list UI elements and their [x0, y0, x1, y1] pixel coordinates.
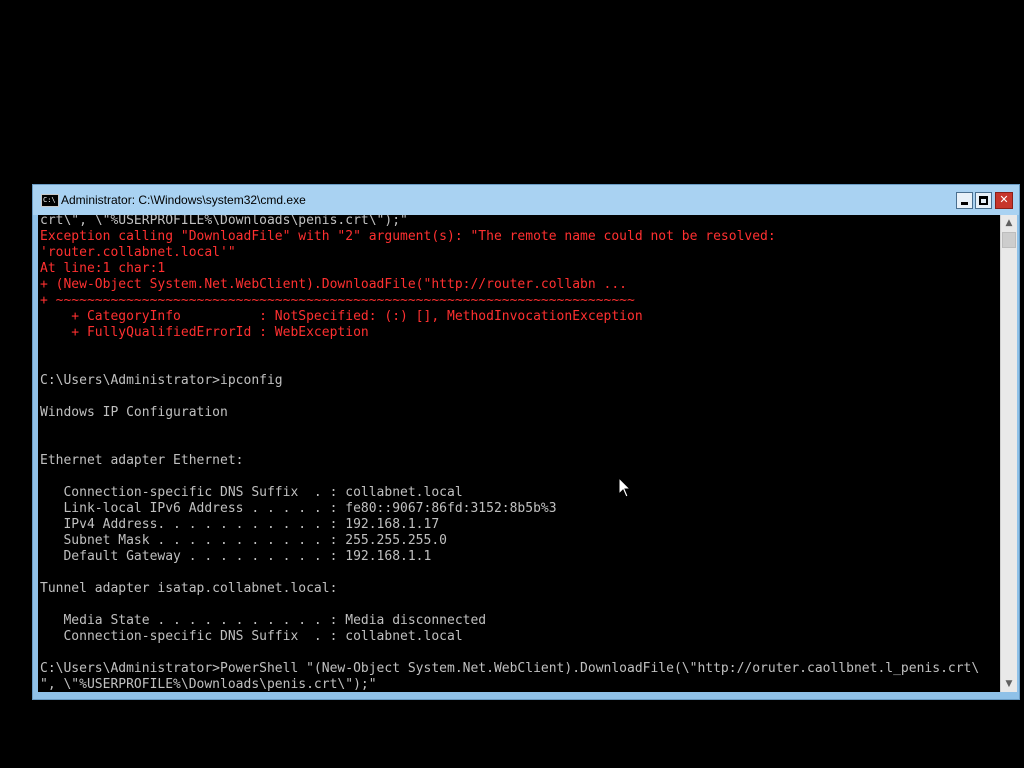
console-line: Connection-specific DNS Suffix . : colla… — [40, 629, 463, 644]
console-line: + CategoryInfo : NotSpecified: (:) [], M… — [40, 309, 643, 324]
console-line: ", \"%USERPROFILE%\Downloads\penis.crt\"… — [40, 677, 377, 692]
maximize-icon — [979, 196, 988, 205]
minimize-icon — [961, 202, 968, 205]
console-line: Subnet Mask . . . . . . . . . . . : 255.… — [40, 533, 447, 548]
scroll-down-icon[interactable]: ▼ — [1001, 676, 1017, 692]
console-line: C:\Users\Administrator>PowerShell "(New-… — [40, 661, 980, 676]
console-line: IPv4 Address. . . . . . . . . . . : 192.… — [40, 517, 440, 532]
mouse-pointer-icon — [618, 477, 632, 498]
cmd-window[interactable]: C:\ Administrator: C:\Windows\system32\c… — [32, 184, 1020, 700]
cmd-icon: C:\ — [41, 194, 59, 207]
console-line: crt\", \"%USERPROFILE%\Downloads\penis.c… — [40, 215, 408, 228]
scroll-thumb[interactable] — [1002, 232, 1016, 248]
window-title: Administrator: C:\Windows\system32\cmd.e… — [61, 193, 306, 207]
console-line: Connection-specific DNS Suffix . : colla… — [40, 485, 463, 500]
console-output[interactable]: crt\", \"%USERPROFILE%\Downloads\penis.c… — [38, 215, 1000, 692]
console-line: + FullyQualifiedErrorId : WebException — [40, 325, 369, 340]
console-line: + (New-Object System.Net.WebClient).Down… — [40, 277, 627, 292]
maximize-button[interactable] — [975, 192, 992, 209]
console-line: Tunnel adapter isatap.collabnet.local: — [40, 581, 338, 596]
title-bar[interactable]: C:\ Administrator: C:\Windows\system32\c… — [33, 185, 1019, 215]
vertical-scrollbar[interactable]: ▲ ▼ — [1000, 215, 1017, 692]
console-line: Default Gateway . . . . . . . . . : 192.… — [40, 549, 432, 564]
desktop: C:\ Administrator: C:\Windows\system32\c… — [0, 0, 1024, 768]
console-line: Windows IP Configuration — [40, 405, 228, 420]
console-line: Exception calling "DownloadFile" with "2… — [40, 229, 776, 244]
close-button[interactable]: ✕ — [995, 192, 1013, 209]
console-line: C:\Users\Administrator>ipconfig — [40, 373, 283, 388]
console-line: At line:1 char:1 — [40, 261, 166, 276]
console-text: crt\", \"%USERPROFILE%\Downloads\penis.c… — [40, 215, 979, 692]
close-icon: ✕ — [999, 193, 1009, 206]
console-line: Ethernet adapter Ethernet: — [40, 453, 244, 468]
console-line: Media State . . . . . . . . . . . : Medi… — [40, 613, 487, 628]
console-line: 'router.collabnet.local'" — [40, 245, 236, 260]
scroll-up-icon[interactable]: ▲ — [1001, 215, 1017, 231]
console-line: + ~~~~~~~~~~~~~~~~~~~~~~~~~~~~~~~~~~~~~~… — [40, 293, 635, 308]
console-line: Link-local IPv6 Address . . . . . : fe80… — [40, 501, 557, 516]
minimize-button[interactable] — [956, 192, 973, 209]
